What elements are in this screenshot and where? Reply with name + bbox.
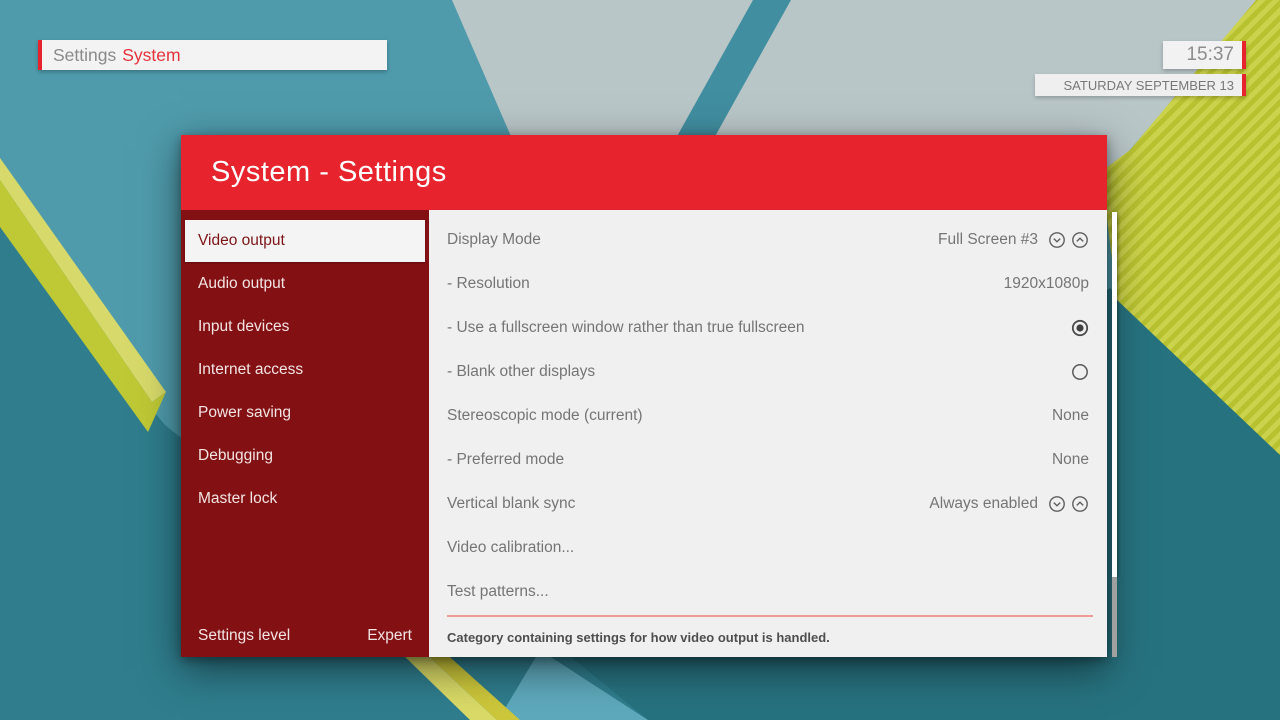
sidebar-item-debugging[interactable]: Debugging — [181, 434, 429, 477]
setting-label: Display Mode — [447, 231, 938, 249]
setting-row-fullscreen-window[interactable]: - Use a fullscreen window rather than tr… — [447, 306, 1089, 350]
setting-label: Vertical blank sync — [447, 495, 929, 513]
setting-row-display-mode[interactable]: Display Mode Full Screen #3 — [447, 218, 1089, 262]
setting-label: Stereoscopic mode (current) — [447, 407, 1052, 425]
settings-level-value: Expert — [367, 627, 412, 645]
setting-row-video-calibration[interactable]: Video calibration... — [447, 526, 1089, 570]
setting-value: None — [1052, 451, 1089, 469]
clock: 15:37 — [1163, 41, 1246, 69]
scrollbar-thumb[interactable] — [1112, 212, 1117, 577]
dialog-title: System - Settings — [181, 156, 447, 189]
category-description: Category containing settings for how vid… — [447, 615, 1093, 657]
breadcrumb-page: System — [122, 45, 180, 66]
spinner-up-icon[interactable] — [1071, 231, 1089, 249]
settings-level-row[interactable]: Settings level Expert — [198, 627, 412, 645]
category-description-text: Category containing settings for how vid… — [447, 630, 830, 645]
settings-level-label: Settings level — [198, 627, 290, 645]
sidebar-item-master-lock[interactable]: Master lock — [181, 477, 429, 520]
setting-row-resolution[interactable]: - Resolution 1920x1080p — [447, 262, 1089, 306]
sidebar-item-power-saving[interactable]: Power saving — [181, 391, 429, 434]
category-list: Video output Audio output Input devices … — [181, 210, 429, 520]
dialog-body: Video output Audio output Input devices … — [181, 210, 1107, 657]
settings-dialog: System - Settings Video output Audio out… — [181, 135, 1107, 657]
sidebar-item-internet-access[interactable]: Internet access — [181, 348, 429, 391]
setting-row-preferred-mode[interactable]: - Preferred mode None — [447, 438, 1089, 482]
spinner-up-icon[interactable] — [1071, 495, 1089, 513]
sidebar-item-input-devices[interactable]: Input devices — [181, 305, 429, 348]
sidebar-item-video-output[interactable]: Video output — [185, 220, 425, 262]
dialog-header: System - Settings — [181, 135, 1107, 210]
setting-row-stereoscopic-mode[interactable]: Stereoscopic mode (current) None — [447, 394, 1089, 438]
setting-row-vertical-blank-sync[interactable]: Vertical blank sync Always enabled — [447, 482, 1089, 526]
setting-label: - Use a fullscreen window rather than tr… — [447, 319, 1061, 337]
scrollbar-track[interactable] — [1112, 577, 1117, 657]
setting-row-test-patterns[interactable]: Test patterns... — [447, 570, 1089, 614]
date: SATURDAY SEPTEMBER 13 — [1035, 74, 1246, 96]
setting-value: None — [1052, 407, 1089, 425]
kodi-settings-screen: Settings System 15:37 SATURDAY SEPTEMBER… — [0, 0, 1280, 720]
sidebar-item-audio-output[interactable]: Audio output — [181, 262, 429, 305]
setting-row-blank-other-displays[interactable]: - Blank other displays — [447, 350, 1089, 394]
spinner-down-icon[interactable] — [1048, 231, 1066, 249]
date-text: SATURDAY SEPTEMBER 13 — [1064, 78, 1235, 93]
setting-label: - Blank other displays — [447, 363, 1061, 381]
setting-value: 1920x1080p — [1004, 275, 1089, 293]
setting-value: Always enabled — [929, 495, 1038, 513]
radio-on-icon[interactable] — [1071, 319, 1089, 337]
breadcrumb: Settings System — [38, 40, 387, 70]
setting-value: Full Screen #3 — [938, 231, 1038, 249]
radio-off-icon[interactable] — [1071, 363, 1089, 381]
category-sidebar: Video output Audio output Input devices … — [181, 210, 429, 657]
spinner-down-icon[interactable] — [1048, 495, 1066, 513]
clock-time: 15:37 — [1186, 44, 1234, 66]
breadcrumb-section: Settings — [53, 45, 116, 66]
setting-label: Test patterns... — [447, 583, 1089, 601]
settings-pane: Display Mode Full Screen #3 - Resolution… — [429, 210, 1107, 657]
setting-label: - Resolution — [447, 275, 1004, 293]
setting-label: - Preferred mode — [447, 451, 1052, 469]
setting-label: Video calibration... — [447, 539, 1089, 557]
